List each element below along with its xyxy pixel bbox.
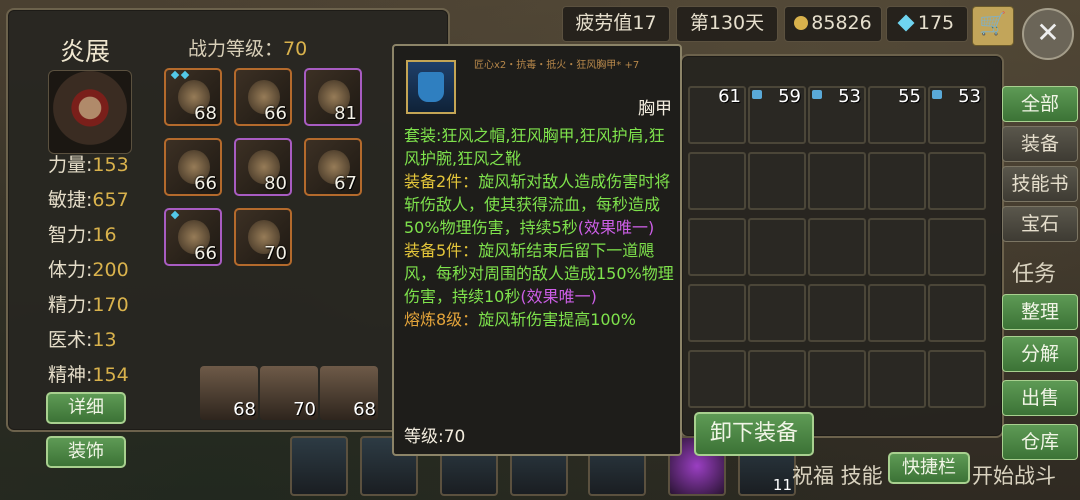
hero-portrait[interactable]: 68 [200, 366, 258, 420]
skill-text: 祝福 技能 [792, 464, 883, 488]
filter-equipment-button[interactable]: 装备 [1002, 126, 1078, 162]
stat-medicine: 医术:13 [48, 329, 117, 351]
inventory-item[interactable]: 53 [808, 86, 866, 144]
equip-slot-amulet[interactable]: 66 [164, 208, 222, 266]
quick-bar-button[interactable]: 快捷栏 [888, 452, 970, 484]
inventory-empty-slot[interactable] [808, 218, 866, 276]
character-name: 炎展 [60, 37, 111, 66]
close-button[interactable]: ✕ [1022, 8, 1074, 60]
inventory-empty-slot[interactable] [808, 350, 866, 408]
stat-spirit: 精神:154 [48, 364, 129, 386]
equip-slot-necklace[interactable]: 66 [234, 68, 292, 126]
item-affixes: 匠心x2・抗毒・抵火・狂风胸甲* +7 [474, 60, 640, 71]
inventory-panel: 61 59 53 55 53 [680, 54, 1004, 438]
inventory-empty-slot[interactable] [868, 350, 926, 408]
lock-icon [932, 90, 942, 99]
inventory-empty-slot[interactable] [808, 152, 866, 210]
skill-slot[interactable] [290, 436, 348, 496]
power-value: 70 [283, 38, 308, 60]
stat-energy: 精力:170 [48, 294, 129, 316]
inventory-empty-slot[interactable] [748, 284, 806, 342]
inventory-empty-slot[interactable] [868, 284, 926, 342]
coin-icon [794, 16, 809, 30]
stat-stamina: 体力:200 [48, 259, 129, 281]
inventory-empty-slot[interactable] [928, 350, 986, 408]
inventory-item[interactable]: 55 [868, 86, 926, 144]
gold-display: 85826 [784, 6, 882, 42]
item-tooltip: 匠心x2・抗毒・抵火・狂风胸甲* +7 胸甲 套装:狂风之帽,狂风胸甲,狂风护肩… [392, 44, 682, 456]
inventory-empty-slot[interactable] [928, 152, 986, 210]
inventory-empty-slot[interactable] [688, 152, 746, 210]
filter-gem-button[interactable]: 宝石 [1002, 206, 1078, 242]
gem-icon [170, 70, 180, 80]
hero-portrait[interactable]: 68 [320, 366, 378, 420]
inventory-empty-slot[interactable] [688, 350, 746, 408]
inventory-item[interactable]: 59 [748, 86, 806, 144]
detail-button[interactable]: 详细 [46, 392, 126, 424]
inventory-empty-slot[interactable] [808, 284, 866, 342]
set-list: 套装:狂风之帽,狂风胸甲,狂风护肩,狂风护腕,狂风之靴 [404, 126, 665, 168]
diamond-icon [897, 14, 915, 32]
forge-text: 旋风斩伤害提高100% [478, 310, 636, 329]
sell-button[interactable]: 出售 [1002, 380, 1078, 416]
inventory-empty-slot[interactable] [688, 284, 746, 342]
equip-slot-gloves[interactable]: 67 [304, 138, 362, 196]
character-portrait[interactable] [48, 70, 132, 154]
inventory-empty-slot[interactable] [868, 218, 926, 276]
stat-strength: 力量:153 [48, 154, 129, 176]
filter-skillbook-button[interactable]: 技能书 [1002, 166, 1078, 202]
set-bonus-2-unique: (效果唯一) [577, 218, 655, 237]
equip-slot-cloak[interactable]: 80 [234, 138, 292, 196]
unequip-button[interactable]: 卸下装备 [694, 412, 814, 456]
item-type: 胸甲 [638, 99, 672, 119]
power-label: 战力等级： [188, 38, 284, 60]
equip-slot-dagger[interactable]: 70 [234, 208, 292, 266]
inventory-empty-slot[interactable] [928, 284, 986, 342]
inventory-item[interactable]: 53 [928, 86, 986, 144]
set-bonus-2-label: 装备2件： [404, 172, 479, 191]
lock-icon [812, 90, 822, 99]
power-level: 战力等级：70 [188, 34, 307, 61]
hero-portrait[interactable]: 70 [260, 366, 318, 420]
disassemble-button[interactable]: 分解 [1002, 336, 1078, 372]
sort-button[interactable]: 整理 [1002, 294, 1078, 330]
inventory-empty-slot[interactable] [688, 218, 746, 276]
shop-cart-icon[interactable]: 🛒 [972, 6, 1014, 46]
fatigue-display: 疲劳值17 [562, 6, 670, 42]
forge-label: 熔炼8级： [404, 310, 479, 329]
warehouse-button[interactable]: 仓库 [1002, 424, 1078, 460]
stat-agility: 敏捷:657 [48, 189, 129, 211]
inventory-item[interactable]: 61 [688, 86, 746, 144]
item-description: 套装:狂风之帽,狂风胸甲,狂风护肩,狂风护腕,狂风之靴 装备2件：旋风斩对敌人造… [404, 124, 676, 331]
inventory-empty-slot[interactable] [928, 218, 986, 276]
equip-slot-weapon[interactable]: 81 [304, 68, 362, 126]
set-bonus-5-unique: (效果唯一) [520, 287, 597, 306]
equip-slot-shoulder[interactable]: 66 [164, 138, 222, 196]
item-level: 等级:70 [404, 427, 466, 447]
decor-button[interactable]: 装饰 [46, 436, 126, 468]
chest-armor-icon [406, 60, 456, 114]
filter-all-button[interactable]: 全部 [1002, 86, 1078, 122]
lock-icon [752, 90, 762, 99]
inventory-empty-slot[interactable] [748, 152, 806, 210]
set-bonus-5-label: 装备5件： [404, 241, 479, 260]
task-label[interactable]: 任务 [1012, 256, 1056, 288]
inventory-empty-slot[interactable] [748, 218, 806, 276]
diamond-display: 175 [886, 6, 968, 42]
gem-icon [170, 210, 180, 220]
day-display: 第130天 [676, 6, 778, 42]
start-battle-button[interactable]: 开始战斗 [972, 460, 1056, 490]
gem-icon [180, 70, 190, 80]
stat-intellect: 智力:16 [48, 224, 117, 246]
inventory-empty-slot[interactable] [748, 350, 806, 408]
equip-slot-helmet[interactable]: 68 [164, 68, 222, 126]
character-panel: 炎展 战力等级：70 力量:153 敏捷:657 智力:16 体力:200 精力… [6, 8, 450, 432]
inventory-empty-slot[interactable] [868, 152, 926, 210]
